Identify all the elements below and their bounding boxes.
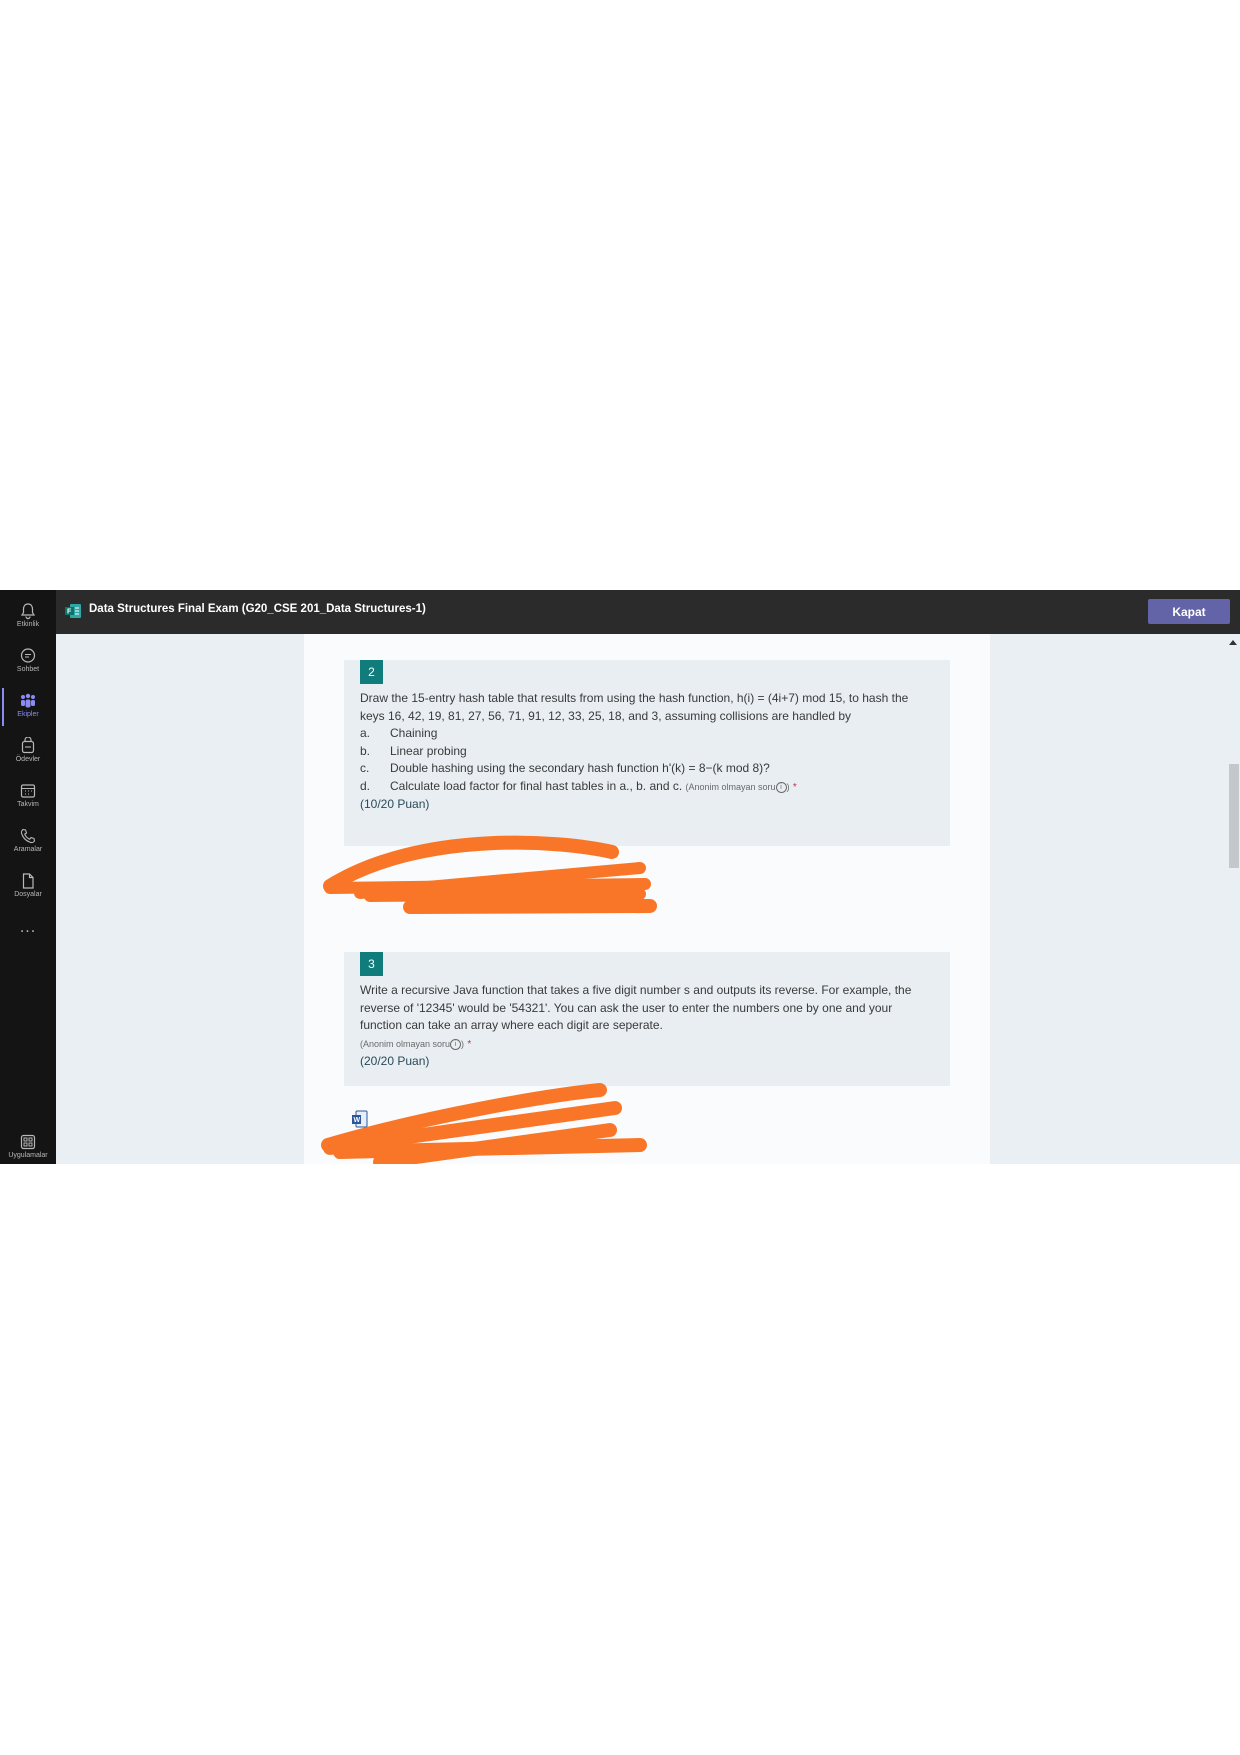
info-icon[interactable]: i xyxy=(775,781,787,793)
form-content: 2 Draw the 15-entry hash table that resu… xyxy=(304,634,990,1164)
option-text: Chaining xyxy=(390,726,438,740)
rail-label-teams: Ekipler xyxy=(17,711,39,718)
option-letter: a. xyxy=(360,726,371,740)
option-text: Calculate load factor for final hast tab… xyxy=(390,778,683,793)
close-button[interactable]: Kapat xyxy=(1148,599,1230,624)
rail-item-calendar[interactable]: Takvim xyxy=(0,776,56,816)
more-apps-ellipsis[interactable]: ... xyxy=(0,920,56,936)
phone-icon xyxy=(20,828,36,844)
rail-label-files: Dosyalar xyxy=(14,891,42,898)
option-b: b. Linear probing xyxy=(360,743,932,761)
option-a: a. Chaining xyxy=(360,725,932,743)
option-text: Linear probing xyxy=(390,743,467,758)
title-bar: F Data Structures Final Exam (G20_CSE 20… xyxy=(56,590,1240,634)
info-icon[interactable]: i xyxy=(450,1038,462,1050)
bell-icon xyxy=(20,603,36,620)
rail-label-calendar: Takvim xyxy=(17,801,39,808)
apps-icon xyxy=(20,1134,36,1150)
svg-text:W: W xyxy=(354,1117,361,1124)
scroll-thumb[interactable] xyxy=(1229,764,1239,868)
question-meta: (Anonim olmayan soru i) * xyxy=(360,1035,932,1054)
teams-icon xyxy=(21,693,35,708)
rail-item-calls[interactable]: Aramalar xyxy=(0,821,56,861)
question-points: (10/20 Puan) xyxy=(360,797,430,811)
rail-item-chat[interactable]: Sohbet xyxy=(0,641,56,681)
exam-title: Data Structures Final Exam (G20_CSE 201_… xyxy=(89,603,426,615)
word-document-icon[interactable]: W xyxy=(352,1110,368,1128)
option-letter: b. xyxy=(360,743,371,758)
question-number-badge: 2 xyxy=(360,660,383,684)
rail-item-files[interactable]: Dosyalar xyxy=(0,866,56,906)
forms-icon: F xyxy=(65,604,81,618)
rail-item-activity[interactable]: Etkinlik xyxy=(0,596,56,636)
question-text: Draw the 15-entry hash table that result… xyxy=(360,691,909,723)
anonymous-note: (Anonim olmayan soru i) xyxy=(685,781,790,793)
question-body: Write a recursive Java function that tak… xyxy=(360,982,932,1071)
question-body: Draw the 15-entry hash table that result… xyxy=(360,690,932,814)
required-marker: * xyxy=(792,781,797,793)
file-icon xyxy=(22,873,34,889)
question-text: Write a recursive Java function that tak… xyxy=(360,983,912,1032)
rail-label-chat: Sohbet xyxy=(16,666,40,673)
option-letter: c. xyxy=(360,761,370,775)
teams-window: Etkinlik Sohbet Ekipler Ödevler Takvim A… xyxy=(0,590,1240,1164)
rail-item-teams[interactable]: Ekipler xyxy=(0,686,56,726)
option-letter: d. xyxy=(360,778,371,793)
assignments-icon xyxy=(21,737,35,754)
rail-label-apps: Uygulamalar xyxy=(8,1152,48,1159)
rail-item-assignments[interactable]: Ödevler xyxy=(0,731,56,771)
scrollbar[interactable] xyxy=(1226,634,1240,1164)
chat-icon xyxy=(20,648,36,663)
option-d: d. Calculate load factor for final hast t… xyxy=(360,778,932,797)
anonymous-note: (Anonim olmayan soru i) xyxy=(360,1038,465,1050)
calendar-icon xyxy=(20,784,36,798)
question-points: (20/20 Puan) xyxy=(360,1054,430,1068)
svg-text:F: F xyxy=(67,609,72,616)
scroll-up-arrow-icon[interactable] xyxy=(1229,640,1237,645)
option-c: c. Double hashing using the secondary has… xyxy=(360,760,932,778)
app-rail: Etkinlik Sohbet Ekipler Ödevler Takvim A… xyxy=(0,590,56,1164)
rail-label-assignments: Ödevler xyxy=(15,756,41,763)
rail-label-calls: Aramalar xyxy=(13,846,43,853)
option-text: Double hashing using the secondary hash … xyxy=(390,761,770,775)
required-marker: * xyxy=(467,1038,472,1050)
rail-label-activity: Etkinlik xyxy=(16,621,40,628)
question-card-2: 2 Draw the 15-entry hash table that resu… xyxy=(344,660,950,846)
rail-item-apps[interactable]: Uygulamalar xyxy=(0,1130,56,1164)
question-number-badge: 3 xyxy=(360,952,383,976)
question-card-3: 3 Write a recursive Java function that t… xyxy=(344,952,950,1086)
